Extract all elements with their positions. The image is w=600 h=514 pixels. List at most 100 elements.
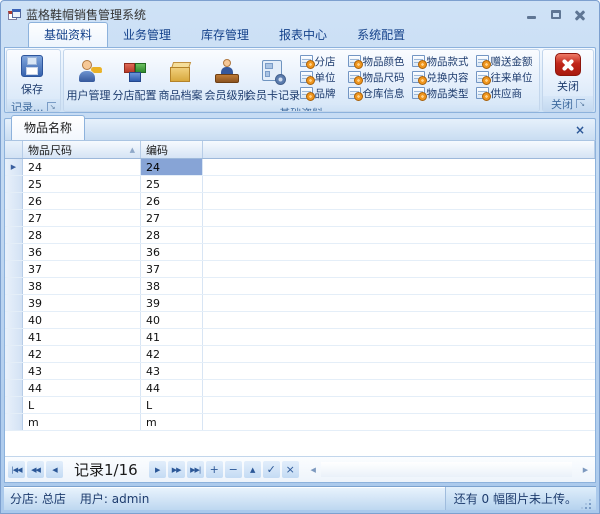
ribbon-item-unit[interactable]: 单位 [300,70,348,85]
column-header-item-size[interactable]: 物品尺码 ▲ [23,141,141,158]
grid-cell[interactable]: 28 [141,227,203,243]
ribbon-item-item-style[interactable]: 物品款式 [412,54,476,69]
grid-cell[interactable]: 39 [141,295,203,311]
maximize-button[interactable] [548,8,564,22]
grid-cell[interactable]: 27 [23,210,141,226]
table-row[interactable]: 3939 [5,295,595,312]
doc-tab-item-name[interactable]: 物品名称 [11,115,85,140]
tab-report-center[interactable]: 报表中心 [264,23,342,47]
close-button[interactable] [572,8,588,22]
nav-next-button[interactable]: ▶ [149,461,166,478]
grid-cell[interactable]: m [23,414,141,430]
ribbon-item-item-size[interactable]: 物品尺码 [348,70,412,85]
tab-business-management[interactable]: 业务管理 [108,23,186,47]
hscroll-track[interactable] [321,462,572,477]
grid-cell[interactable]: 24 [23,159,141,175]
grid-cell[interactable]: L [23,397,141,413]
nav-first-button[interactable]: |◀◀ [8,461,25,478]
store-config-button[interactable]: 分店配置 [112,51,158,104]
ribbon-item-employee[interactable]: 员工 [540,70,541,85]
table-row[interactable]: 4444 [5,380,595,397]
dialog-launcher-icon[interactable]: ↘ [576,99,585,108]
grid-cell[interactable]: 41 [23,329,141,345]
member-level-button[interactable]: 会员级别 [204,51,250,104]
grid-cell[interactable]: L [141,397,203,413]
table-row[interactable]: 2626 [5,193,595,210]
grid-cell[interactable]: 26 [141,193,203,209]
grid-cell[interactable]: 42 [141,346,203,362]
app-window-icon [8,9,21,21]
table-row[interactable]: 3737 [5,261,595,278]
grid-cell[interactable]: 37 [141,261,203,277]
grid-cell[interactable]: 25 [141,176,203,192]
table-row[interactable]: 4141 [5,329,595,346]
grid-cell[interactable]: 39 [23,295,141,311]
ribbon-item-item-color[interactable]: 物品颜色 [348,54,412,69]
table-row[interactable]: 2525 [5,176,595,193]
grid-cell[interactable]: 42 [23,346,141,362]
grid-cell[interactable]: 40 [23,312,141,328]
tab-system-config[interactable]: 系统配置 [342,23,420,47]
nav-next-page-button[interactable]: ▶▶ [168,461,185,478]
tab-inventory-management[interactable]: 库存管理 [186,23,264,47]
minimize-icon [527,16,536,19]
nav-cancel-button[interactable]: × [282,461,299,478]
nav-prior-button[interactable]: ◀ [46,461,63,478]
grid-cell[interactable]: 28 [23,227,141,243]
member-card-record-button[interactable]: 会员卡记录 [250,51,296,104]
grid-cell[interactable]: 25 [23,176,141,192]
table-row[interactable]: 2828 [5,227,595,244]
nav-prior-page-button[interactable]: ◀◀ [27,461,44,478]
ribbon-item-brand[interactable]: 品牌 [300,86,348,101]
hscroll-left-icon[interactable]: ◀ [306,462,321,477]
grid-cell[interactable]: 38 [141,278,203,294]
column-header-code[interactable]: 编码 [141,141,203,158]
dialog-launcher-icon[interactable]: ↘ [47,102,56,111]
table-gear-icon [476,87,489,99]
nav-insert-button[interactable]: + [206,461,223,478]
ribbon-item-branch[interactable]: 分店 [300,54,348,69]
resize-grip-icon[interactable] [582,500,592,510]
minimize-button[interactable] [524,8,540,22]
grid-cell[interactable]: 27 [141,210,203,226]
grid-cell[interactable]: 43 [141,363,203,379]
table-row[interactable]: ▶2424 [5,159,595,176]
table-row[interactable]: 4040 [5,312,595,329]
ribbon-item-exchange-content[interactable]: 兑换内容 [412,70,476,85]
nav-delete-button[interactable]: − [225,461,242,478]
ribbon-item-supplier[interactable]: 供应商 [476,86,540,101]
nav-last-button[interactable]: ▶▶| [187,461,204,478]
grid-cell[interactable]: 40 [141,312,203,328]
grid-cell[interactable]: 44 [23,380,141,396]
product-file-button[interactable]: 商品档案 [158,51,204,104]
save-button[interactable]: 保存 [9,51,55,98]
user-management-button[interactable]: 用户管理 [66,51,112,104]
doc-tab-close-icon[interactable]: × [571,123,589,137]
grid-cell[interactable]: 26 [23,193,141,209]
grid-cell[interactable]: 43 [23,363,141,379]
table-row[interactable]: 4242 [5,346,595,363]
hscroll-right-icon[interactable]: ▶ [578,462,593,477]
ribbon-item-gift-amount[interactable]: 赠送金额 [476,54,540,69]
ribbon-item-contact-unit[interactable]: 往来单位 [476,70,540,85]
table-row[interactable]: 3838 [5,278,595,295]
nav-edit-button[interactable]: ▲ [244,461,261,478]
grid-cell[interactable]: 44 [141,380,203,396]
grid-cell[interactable]: 37 [23,261,141,277]
ribbon-item-item-type[interactable]: 物品类型 [412,86,476,101]
tab-basic-data[interactable]: 基础资料 [28,22,108,47]
grid-cell[interactable]: 38 [23,278,141,294]
nav-post-button[interactable]: ✓ [263,461,280,478]
grid-cell[interactable]: 36 [141,244,203,260]
grid-cell[interactable]: 36 [23,244,141,260]
grid-cell[interactable]: 41 [141,329,203,345]
ribbon-item-warehouse-info[interactable]: 仓库信息 [348,86,412,101]
grid-cell[interactable]: m [141,414,203,430]
close-form-button[interactable]: 关闭 [545,51,591,95]
grid-cell-selected[interactable]: 24 [141,159,203,175]
table-row[interactable]: 4343 [5,363,595,380]
table-row[interactable]: 3636 [5,244,595,261]
table-row[interactable]: 2727 [5,210,595,227]
table-row[interactable]: mm [5,414,595,431]
table-row[interactable]: LL [5,397,595,414]
